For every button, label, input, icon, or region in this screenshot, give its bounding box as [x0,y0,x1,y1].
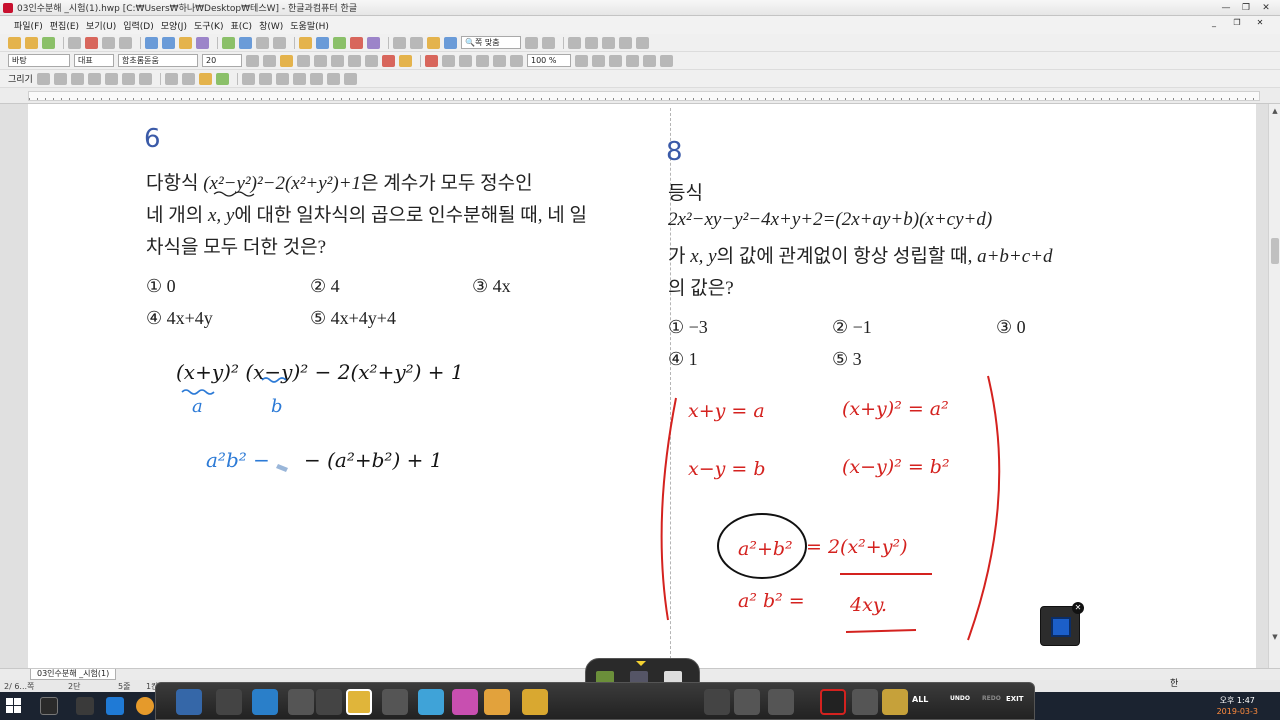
left-bracket-red [660,397,677,621]
clock[interactable]: 오후 1:47 2019-03-3 [1217,695,1258,717]
status-page: 2/ 6...쪽 [4,682,35,691]
curve-pen-icon[interactable] [734,689,760,715]
scroll-down-icon[interactable]: ▼ [1270,632,1280,642]
red-pen-icon[interactable] [820,689,846,715]
exit-button[interactable]: EXIT [1006,695,1024,703]
shape-tool-icon[interactable] [316,689,342,715]
wave-pen-icon[interactable] [768,689,794,715]
select-tool-icon[interactable] [382,689,408,715]
save-capture-icon[interactable] [176,689,202,715]
windows-start-icon[interactable] [6,698,22,714]
dotted-select-icon[interactable] [852,689,878,715]
hand-pan-icon[interactable] [484,689,510,715]
dock-collapse-icon[interactable] [636,661,646,666]
screen-capture-icon[interactable] [418,689,444,715]
vertical-scrollbar[interactable]: ▲ ▼ [1268,104,1280,668]
hwp-window: 03인수분해 _시험(1).hwp [C:₩Users₩하나₩Desktop₩테… [0,0,1280,720]
right-bracket-red [967,375,1001,641]
search-icon[interactable] [40,697,58,715]
ruler-tool-icon[interactable] [882,689,908,715]
eraser-tool-icon[interactable] [346,689,372,715]
start-pane [6,698,13,705]
lock-icon[interactable] [704,689,730,715]
ink-strokes [181,191,1001,641]
document-tab[interactable]: 03인수분해 _시험(1) [30,669,117,680]
marker-pen-icon[interactable] [252,689,278,715]
start-pane [14,706,21,713]
task-view-icon[interactable] [76,697,94,715]
clock-time: 오후 1:47 [1219,696,1255,705]
widget-close-icon[interactable]: ✕ [1072,602,1084,614]
screen-pen-widget[interactable]: ✕ [1040,602,1084,646]
eraser-mark [276,464,288,472]
start-pane [14,698,21,705]
status-line: 5줄 [118,682,131,691]
line-pen-icon[interactable] [216,689,242,715]
circle-a2-plus-b2 [717,513,807,579]
edge-browser-icon[interactable] [106,697,124,715]
scroll-up-icon[interactable]: ▲ [1270,106,1280,116]
redo-button[interactable]: REDO [982,695,1001,702]
squiggle-b-underline [261,377,287,383]
widget-square-icon [1051,617,1071,637]
color-palette-icon[interactable] [452,689,478,715]
clock-date: 2019-03-3 [1216,707,1258,716]
undo-button[interactable]: UNDO [950,695,970,702]
status-section: 2단 [68,682,81,691]
clear-all-button[interactable]: ALL [912,695,928,704]
pen-tool-dock: ALL UNDO REDO EXIT [155,682,1035,720]
start-pane [6,706,13,713]
scroll-thumb[interactable] [1271,238,1279,264]
squiggle-a-underline [181,389,215,395]
brush-pen-icon[interactable] [288,689,314,715]
ime-language-indicator[interactable]: 한 [1170,676,1178,689]
underline-4xy [845,629,917,633]
chrome-browser-icon[interactable] [136,697,154,715]
squiggle-problem-underline [213,191,255,197]
stamp-tool-icon[interactable] [522,689,548,715]
